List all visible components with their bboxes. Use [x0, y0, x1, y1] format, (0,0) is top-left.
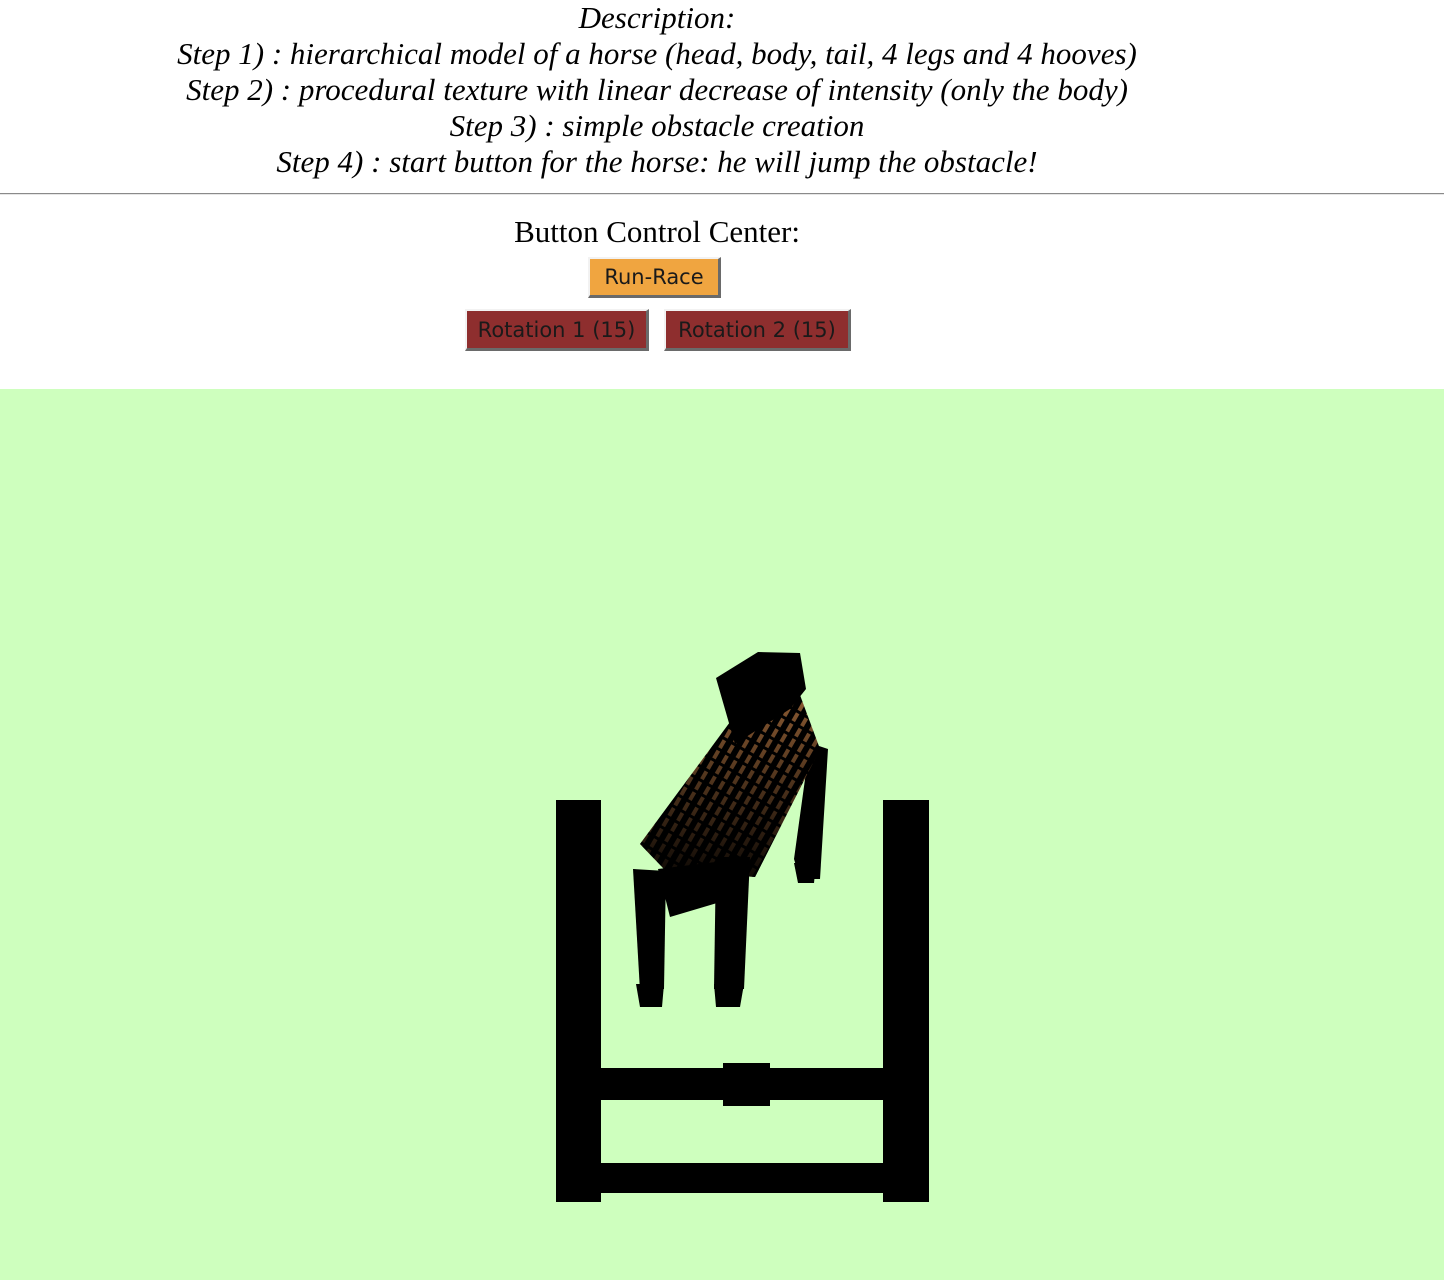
obstacle-center-block [723, 1063, 770, 1106]
control-center-title: Button Control Center: [514, 214, 800, 249]
horse [633, 652, 828, 1007]
horse-front-hoof [794, 863, 816, 883]
step-1-text: Step 1) : hierarchical model of a horse … [177, 36, 1137, 71]
obstacle-lower-bar [598, 1163, 886, 1193]
obstacle-right-post [883, 800, 929, 1202]
step-2-text: Step 2) : procedural texture with linear… [186, 72, 1128, 107]
webgl-canvas[interactable] [0, 389, 1444, 1280]
run-race-button[interactable]: Run-Race [588, 257, 721, 298]
rotation-1-button[interactable]: Rotation 1 (15) [465, 309, 649, 351]
horse-back-hoof-1 [636, 984, 664, 1007]
step-3-text: Step 3) : simple obstacle creation [449, 108, 865, 143]
description-block: Description: Step 1) : hierarchical mode… [0, 0, 1314, 180]
description-title: Description: [578, 0, 736, 35]
step-4-text: Step 4) : start button for the horse: he… [276, 144, 1038, 179]
horizontal-divider [0, 193, 1444, 195]
rotation-2-button[interactable]: Rotation 2 (15) [664, 309, 851, 351]
horse-back-leg-1 [633, 869, 666, 991]
obstacle-left-post [556, 800, 601, 1202]
horse-back-hoof-2 [714, 984, 744, 1007]
